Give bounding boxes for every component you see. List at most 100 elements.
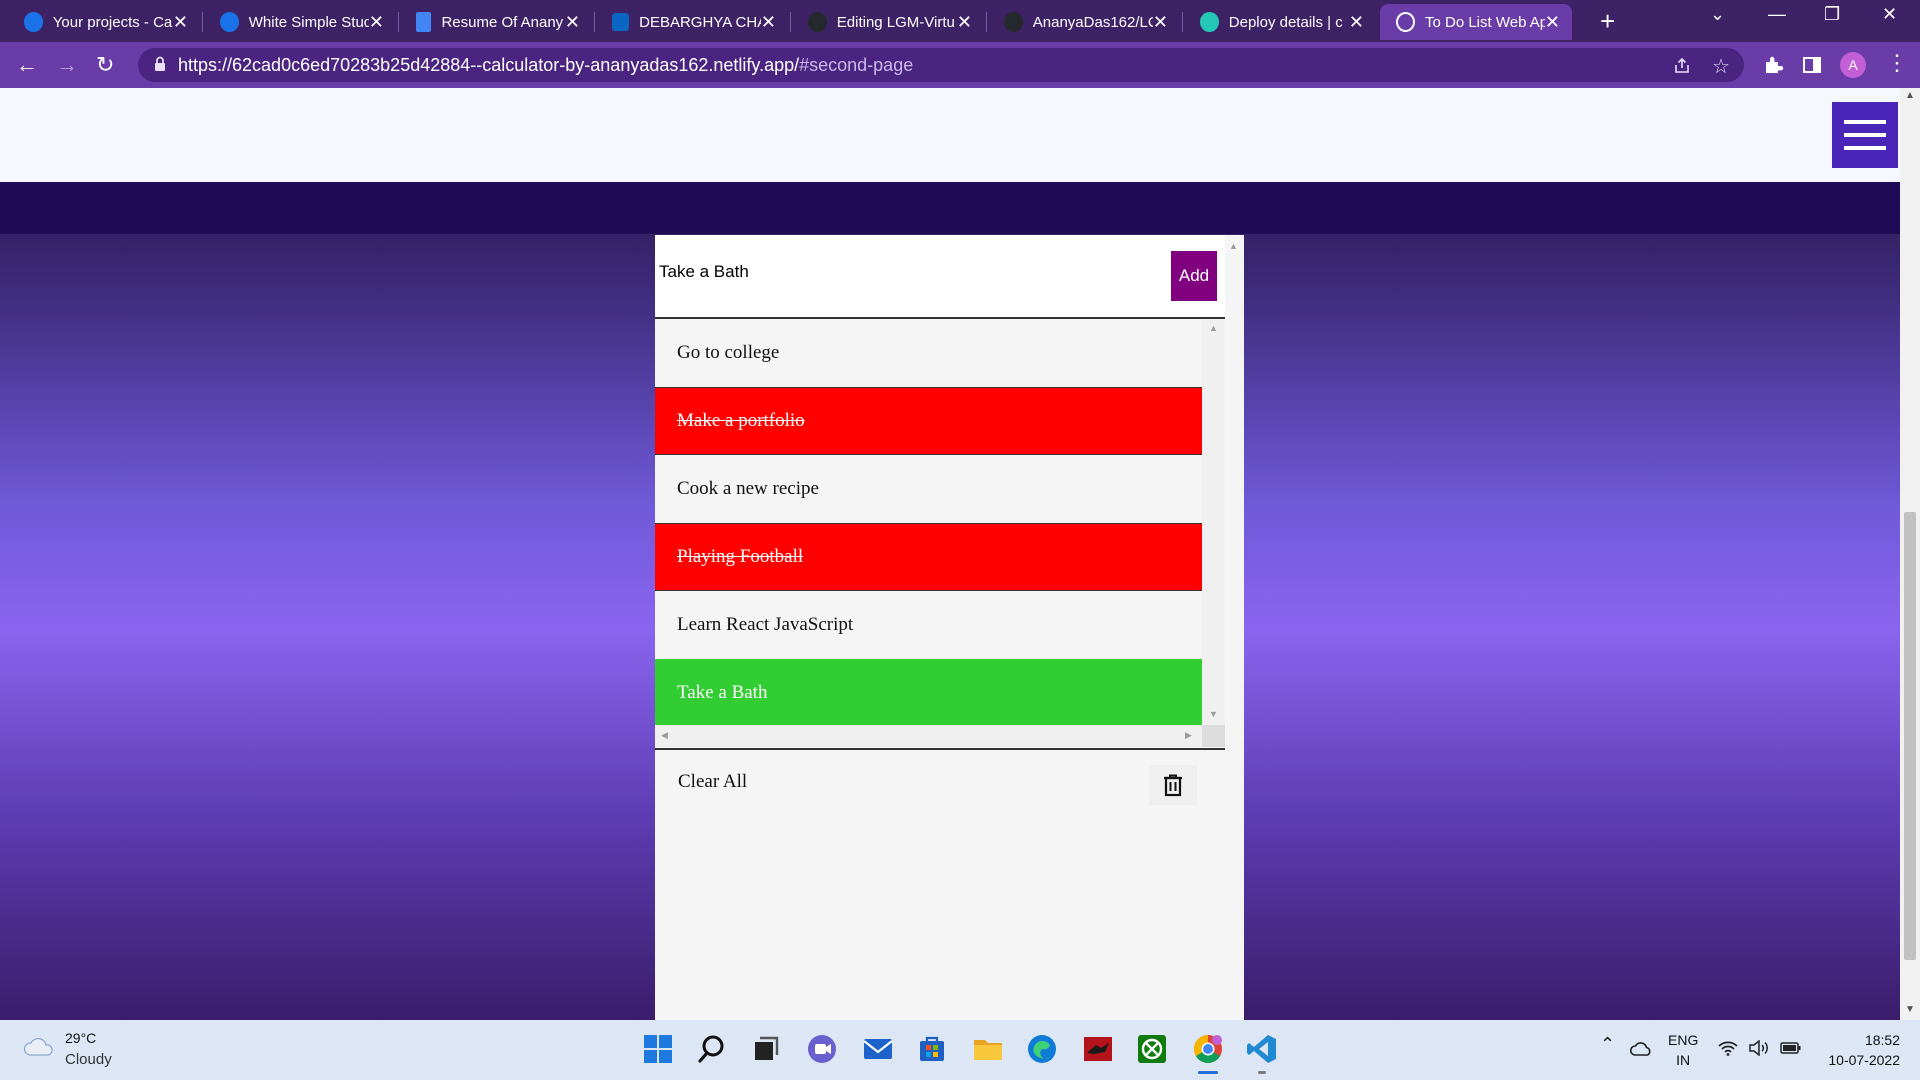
- browser-tab[interactable]: DEBARGHYA CHA ✕: [596, 4, 788, 40]
- tab-close-icon[interactable]: ✕: [1349, 12, 1364, 33]
- tab-separator: [594, 12, 595, 32]
- browser-tab[interactable]: Editing LGM-Virtu ✕: [792, 4, 984, 40]
- browser-tab[interactable]: AnanyaDas162/LC ✕: [988, 4, 1180, 40]
- header-band: [0, 182, 1900, 234]
- menu-kebab-icon[interactable]: ⋮: [1886, 50, 1908, 76]
- todo-item[interactable]: Make a portfolio: [655, 387, 1202, 455]
- language-indicator[interactable]: ENG IN: [1668, 1030, 1698, 1070]
- task-view-icon[interactable]: [750, 1033, 782, 1065]
- list-vertical-scrollbar[interactable]: ▲ ▼: [1202, 319, 1225, 725]
- tab-close-icon[interactable]: ✕: [565, 12, 580, 33]
- restore-icon[interactable]: ❐: [1824, 4, 1840, 25]
- scroll-up-arrow-icon[interactable]: ▲: [1209, 323, 1218, 333]
- side-panel-icon[interactable]: [1802, 55, 1822, 75]
- game-app-icon[interactable]: [1082, 1033, 1114, 1065]
- docs-icon: [416, 12, 432, 32]
- onedrive-cloud-icon[interactable]: [1630, 1040, 1652, 1056]
- search-icon[interactable]: [696, 1033, 728, 1065]
- vscode-icon[interactable]: [1246, 1033, 1278, 1065]
- browser-tab[interactable]: White Simple Stud ✕: [204, 4, 396, 40]
- windows-start-icon[interactable]: [642, 1033, 674, 1065]
- browser-tab-title: DEBARGHYA CHA: [639, 13, 761, 31]
- show-hidden-icons-chevron-icon[interactable]: ⌃: [1600, 1034, 1615, 1055]
- browser-tab[interactable]: To Do List Web Ap ✕: [1380, 4, 1572, 40]
- scroll-up-arrow-icon[interactable]: ▲: [1229, 241, 1238, 251]
- bookmark-star-icon[interactable]: ☆: [1712, 54, 1730, 79]
- scrollbar-corner: [1202, 725, 1225, 747]
- window-close-icon[interactable]: ✕: [1882, 4, 1897, 25]
- tab-close-icon[interactable]: ✕: [173, 12, 188, 33]
- browser-tab[interactable]: Your projects - Ca ✕: [8, 4, 200, 40]
- cloud-icon[interactable]: [22, 1036, 56, 1056]
- browser-tab-title: White Simple Stud: [248, 13, 369, 31]
- todo-item-text: Cook a new recipe: [677, 478, 819, 499]
- clear-all-label: Clear All: [678, 771, 748, 792]
- tab-close-icon[interactable]: ✕: [761, 12, 776, 33]
- chrome-icon[interactable]: [1192, 1033, 1224, 1065]
- wifi-icon[interactable]: [1718, 1040, 1738, 1056]
- edge-icon[interactable]: [1026, 1033, 1058, 1065]
- todo-item[interactable]: Playing Football: [655, 523, 1202, 591]
- browser-tab-title: To Do List Web Ap: [1424, 13, 1545, 31]
- store-icon[interactable]: [916, 1033, 948, 1065]
- url-text[interactable]: https://62cad0c6ed70283b25d42884--calcul…: [178, 55, 913, 76]
- canva-icon: [220, 12, 239, 32]
- browser-tab[interactable]: Deploy details | c ✕: [1184, 4, 1376, 40]
- teams-chat-icon[interactable]: [806, 1033, 838, 1065]
- hamburger-menu-icon[interactable]: [1832, 102, 1898, 168]
- address-bar[interactable]: https://62cad0c6ed70283b25d42884--calcul…: [138, 48, 1744, 82]
- scroll-down-arrow-icon[interactable]: ▼: [1209, 709, 1218, 719]
- lock-icon[interactable]: [154, 56, 166, 72]
- system-clock[interactable]: 18:52 10-07-2022: [1818, 1030, 1900, 1070]
- todo-item[interactable]: Go to college: [655, 319, 1202, 387]
- extensions-icon[interactable]: [1762, 54, 1784, 76]
- trash-icon: [1164, 774, 1182, 797]
- todo-item-text: Make a portfolio: [677, 410, 805, 431]
- scroll-up-arrow-icon[interactable]: ▲: [1905, 90, 1915, 101]
- tab-close-icon[interactable]: ✕: [1545, 12, 1560, 33]
- todo-item-text: Take a Bath: [677, 682, 768, 703]
- github-icon: [808, 12, 827, 32]
- back-icon[interactable]: ←: [16, 52, 38, 78]
- browser-tab[interactable]: Resume Of Anany ✕: [400, 4, 592, 40]
- todo-item[interactable]: Cook a new recipe: [655, 455, 1202, 523]
- volume-icon[interactable]: [1748, 1040, 1770, 1056]
- clear-all-button[interactable]: [1149, 765, 1197, 805]
- browser-tab-title: Editing LGM-Virtu: [836, 13, 955, 31]
- todo-app: Add ▲ Go to college Make a portfolio Cook …: [655, 235, 1244, 1020]
- xbox-icon[interactable]: [1136, 1033, 1168, 1065]
- page-scrollbar-thumb[interactable]: [1904, 512, 1916, 960]
- new-tab-plus-icon[interactable]: +: [1600, 6, 1615, 37]
- vscode-running-indicator: [1258, 1071, 1266, 1074]
- mail-icon[interactable]: [862, 1033, 894, 1065]
- minimize-icon[interactable]: —: [1768, 4, 1786, 25]
- share-icon[interactable]: [1672, 56, 1692, 76]
- tab-close-icon[interactable]: ✕: [1153, 12, 1168, 33]
- netlify-icon: [1200, 12, 1219, 32]
- battery-icon[interactable]: [1780, 1041, 1802, 1055]
- url-fragment: #second-page: [799, 55, 914, 75]
- scroll-right-arrow-icon[interactable]: ▶: [1185, 730, 1192, 741]
- weather-condition[interactable]: Cloudy: [65, 1051, 112, 1068]
- reload-icon[interactable]: ↻: [96, 52, 114, 78]
- todo-input[interactable]: [657, 261, 1161, 283]
- profile-avatar[interactable]: A: [1840, 52, 1866, 78]
- language-region: IN: [1676, 1052, 1691, 1068]
- tab-separator: [790, 12, 791, 32]
- todo-item[interactable]: Learn React JavaScript: [655, 591, 1202, 659]
- scroll-left-arrow-icon[interactable]: ◀: [661, 730, 668, 741]
- tab-close-icon[interactable]: ✕: [957, 12, 972, 33]
- file-explorer-icon[interactable]: [972, 1033, 1004, 1065]
- add-button[interactable]: Add: [1171, 251, 1217, 301]
- canva-icon: [24, 12, 43, 32]
- weather-temperature[interactable]: 29°C: [65, 1030, 96, 1046]
- clock-date: 10-07-2022: [1828, 1052, 1900, 1068]
- page-scrollbar[interactable]: ▲ ▼: [1900, 88, 1920, 1020]
- tab-close-icon[interactable]: ✕: [369, 12, 384, 33]
- forward-icon[interactable]: →: [56, 52, 78, 78]
- list-horizontal-scrollbar[interactable]: ◀ ▶: [655, 725, 1202, 747]
- linkedin-icon: [612, 13, 630, 31]
- tab-search-chevron-icon[interactable]: ⌄: [1710, 4, 1725, 25]
- scroll-down-arrow-icon[interactable]: ▼: [1905, 1004, 1915, 1015]
- todo-item[interactable]: Take a Bath: [655, 659, 1202, 725]
